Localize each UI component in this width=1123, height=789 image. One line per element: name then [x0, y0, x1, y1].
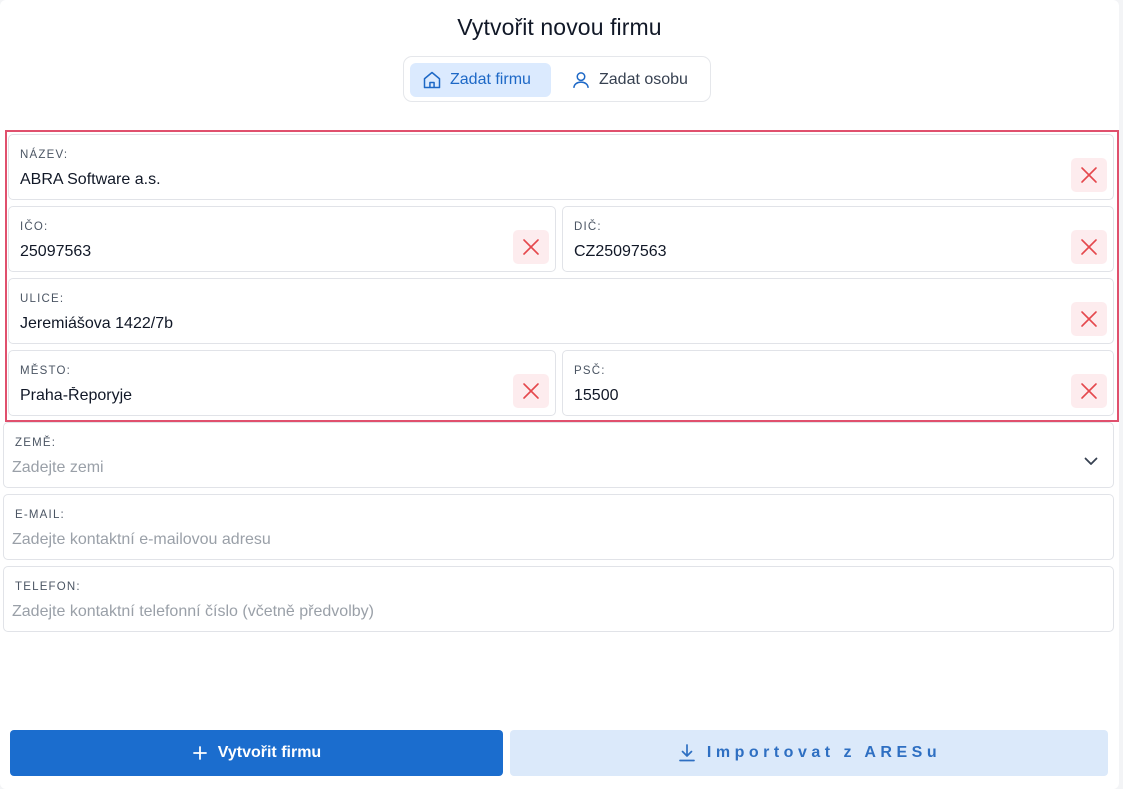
- email-field: E-MAIL:: [3, 494, 1114, 560]
- name-field: NÁZEV:: [8, 134, 1114, 200]
- close-icon: [1081, 239, 1097, 255]
- ico-input[interactable]: [20, 243, 457, 261]
- close-icon: [1081, 311, 1097, 327]
- street-label: ULICE:: [20, 293, 65, 305]
- home-icon: [423, 71, 441, 89]
- entity-type-switch: Zadat firmu Zadat osobu: [403, 56, 711, 102]
- create-company-panel: Vytvořit novou firmu Zadat firmu Zadat o…: [0, 0, 1119, 789]
- clear-street-button[interactable]: [1071, 302, 1107, 336]
- plus-icon: [192, 746, 207, 760]
- ico-field: IČO:: [8, 206, 556, 272]
- email-input[interactable]: [12, 531, 900, 549]
- clear-city-button[interactable]: [513, 374, 549, 408]
- page-title: Vytvořit novou firmu: [457, 14, 662, 40]
- dic-input[interactable]: [574, 243, 1014, 261]
- create-company-label: Vytvořit firmu: [217, 744, 322, 761]
- tab-company[interactable]: Zadat firmu: [410, 63, 551, 97]
- name-input[interactable]: [20, 171, 904, 189]
- phone-label: TELEFON:: [15, 581, 81, 593]
- create-company-button[interactable]: Vytvořit firmu: [10, 730, 503, 776]
- street-input[interactable]: [20, 315, 904, 333]
- dic-field: DIČ:: [562, 206, 1114, 272]
- city-label: MĚSTO:: [20, 365, 72, 377]
- city-input[interactable]: [20, 387, 457, 405]
- close-icon: [523, 383, 539, 399]
- dic-label: DIČ:: [574, 221, 602, 233]
- ico-label: IČO:: [20, 221, 49, 233]
- country-input[interactable]: [12, 459, 900, 477]
- import-ares-button[interactable]: Importovat z ARESu: [510, 730, 1108, 776]
- download-icon: [679, 744, 695, 762]
- zip-input[interactable]: [574, 387, 1014, 405]
- email-label: E-MAIL:: [15, 509, 65, 521]
- city-field: MĚSTO:: [8, 350, 556, 416]
- tab-company-label: Zadat firmu: [450, 71, 531, 88]
- clear-ico-button[interactable]: [513, 230, 549, 264]
- country-label: ZEMĚ:: [15, 437, 57, 449]
- zip-label: PSČ:: [574, 365, 606, 377]
- clear-zip-button[interactable]: [1071, 374, 1107, 408]
- phone-input[interactable]: [12, 603, 900, 621]
- name-label: NÁZEV:: [20, 149, 69, 161]
- tab-person-label: Zadat osobu: [599, 71, 688, 88]
- street-field: ULICE:: [8, 278, 1114, 344]
- clear-dic-button[interactable]: [1071, 230, 1107, 264]
- clear-name-button[interactable]: [1071, 158, 1107, 192]
- import-ares-label: Importovat z ARESu: [706, 744, 942, 761]
- phone-field: TELEFON:: [3, 566, 1114, 632]
- user-icon: [573, 72, 589, 88]
- close-icon: [1081, 383, 1097, 399]
- chevron-down-icon[interactable]: [1083, 453, 1099, 469]
- country-select[interactable]: ZEMĚ:: [3, 422, 1114, 488]
- tab-person[interactable]: Zadat osobu: [559, 63, 704, 97]
- close-icon: [523, 239, 539, 255]
- close-icon: [1081, 167, 1097, 183]
- zip-field: PSČ:: [562, 350, 1114, 416]
